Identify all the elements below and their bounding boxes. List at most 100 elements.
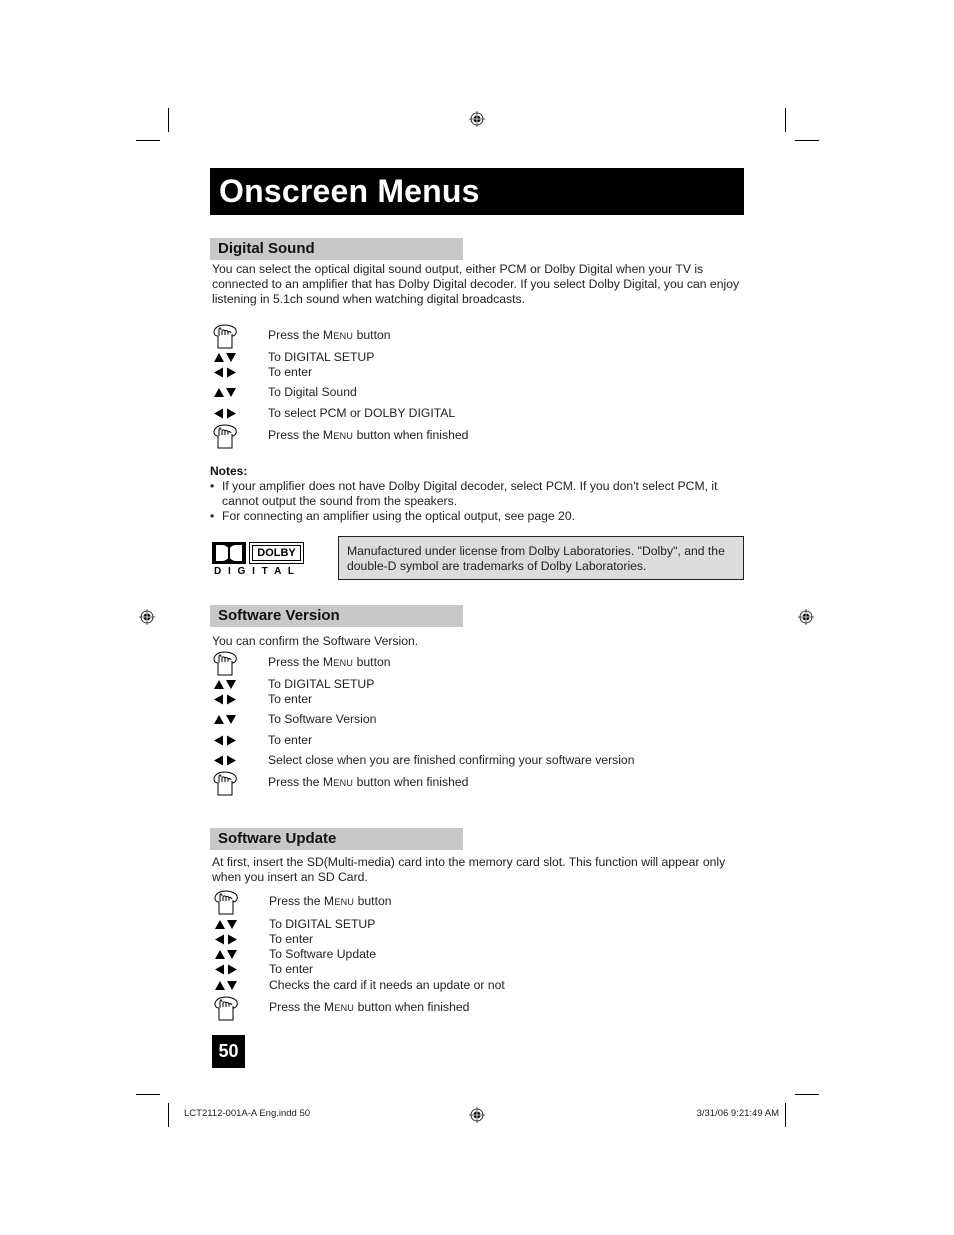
left-right-arrows-icon [212, 406, 242, 422]
step-text-main: To enter [269, 962, 314, 976]
step-text-main: To Digital Sound [268, 385, 357, 399]
step-row: To Software Version [212, 712, 752, 728]
notes-title: Notes: [210, 464, 248, 478]
step-row: Press the Menu button when finished [212, 424, 752, 449]
menu-hand-icon [213, 890, 243, 915]
footer-timestamp: 3/31/06 9:21:49 AM [696, 1108, 779, 1119]
step-row: To DIGITAL SETUP [212, 677, 752, 693]
step-text: To enter [269, 962, 313, 977]
step-row: To enter [212, 365, 752, 381]
section-intro: You can confirm the Software Version. [212, 634, 419, 648]
crop-mark [136, 1094, 160, 1095]
step-text: Press the Menu button when finished [268, 775, 468, 790]
step-text: Press the Menu button when finished [268, 428, 468, 443]
page-title: Onscreen Menus [219, 173, 480, 209]
step-text-main: To enter [268, 733, 313, 747]
step-row: Press the Menu button [212, 324, 752, 349]
section-heading-text: Software Version [218, 607, 340, 624]
crop-mark [785, 108, 786, 132]
left-right-arrows-icon [212, 692, 242, 708]
step-text-suffix: button [353, 328, 391, 342]
menu-key-label: Menu [322, 328, 354, 342]
page-title-bar: Onscreen Menus [210, 168, 744, 215]
step-text: To DIGITAL SETUP [268, 677, 374, 692]
crop-mark [168, 1103, 169, 1127]
up-down-arrows-icon [213, 947, 243, 963]
step-text-main: To enter [268, 365, 313, 379]
step-row: To Digital Sound [212, 385, 752, 401]
step-text: Press the Menu button [268, 655, 391, 670]
step-text-suffix: button when finished [353, 775, 469, 789]
step-text-main: Press the [268, 328, 323, 342]
step-row: Press the Menu button [213, 890, 753, 915]
step-text-main: Press the [268, 655, 323, 669]
step-text: To select PCM or DOLBY DIGITAL [268, 406, 455, 421]
section-heading-text: Software Update [218, 830, 337, 847]
menu-hand-icon [212, 651, 242, 676]
step-text-main: To DIGITAL SETUP [268, 677, 375, 691]
step-text: To enter [268, 733, 312, 748]
step-text: To enter [269, 932, 313, 947]
step-text-main: To enter [269, 932, 314, 946]
step-row: To DIGITAL SETUP [212, 350, 752, 366]
step-text: Select close when you are finished confi… [268, 753, 634, 768]
step-row: To enter [212, 692, 752, 708]
step-text-suffix: button [353, 655, 391, 669]
menu-hand-icon [212, 771, 242, 796]
dolby-wordmark-box: DOLBY [249, 542, 304, 564]
step-text-main: To enter [268, 692, 313, 706]
step-text-main: Press the [269, 1000, 324, 1014]
registration-mark-icon [469, 111, 485, 127]
step-text: Press the Menu button [268, 328, 391, 343]
left-right-arrows-icon [213, 932, 243, 948]
step-text-main: Press the [268, 775, 323, 789]
step-row: To Software Update [213, 947, 753, 963]
step-text-main: To DIGITAL SETUP [268, 350, 375, 364]
step-row: To select PCM or DOLBY DIGITAL [212, 406, 752, 422]
menu-key-label: Menu [322, 428, 354, 442]
note-text: For connecting an amplifier using the op… [222, 509, 575, 523]
section-heading-software-update: Software Update [210, 828, 463, 850]
step-text-suffix: button [354, 894, 392, 908]
dolby-wordmark: DOLBY [257, 547, 296, 559]
step-text: To Software Version [268, 712, 376, 727]
registration-mark-icon [139, 609, 155, 625]
crop-mark [168, 108, 169, 132]
step-text: To enter [268, 692, 312, 707]
step-text-main: To DIGITAL SETUP [269, 917, 376, 931]
menu-hand-icon [213, 996, 243, 1021]
license-notice-box: Manufactured under license from Dolby La… [338, 536, 744, 580]
crop-mark [136, 140, 160, 141]
menu-hand-icon [212, 324, 242, 349]
step-row: To enter [213, 932, 753, 948]
step-text: Press the Menu button when finished [269, 1000, 469, 1015]
section-heading-text: Digital Sound [218, 240, 315, 257]
bullet-icon: • [210, 479, 215, 493]
left-right-arrows-icon [212, 753, 242, 769]
step-text-main: Press the [269, 894, 324, 908]
page-number-badge: 50 [212, 1035, 245, 1068]
menu-key-label: Menu [322, 775, 354, 789]
crop-mark [785, 1103, 786, 1127]
step-text: To DIGITAL SETUP [268, 350, 374, 365]
step-text: To enter [268, 365, 312, 380]
section-intro: At first, insert the SD(Multi-media) car… [212, 855, 726, 885]
section-heading-software-version: Software Version [210, 605, 463, 627]
left-right-arrows-icon [212, 733, 242, 749]
step-text-suffix: button when finished [354, 1000, 470, 1014]
digital-wordmark: D I G I T A L [214, 566, 296, 577]
menu-key-label: Menu [322, 655, 354, 669]
step-text: To DIGITAL SETUP [269, 917, 375, 932]
step-text-suffix: button when finished [353, 428, 469, 442]
step-text-main: To Software Update [269, 947, 377, 961]
bullet-icon: • [210, 509, 215, 523]
step-text-main: Press the [268, 428, 323, 442]
step-text: To Digital Sound [268, 385, 357, 400]
left-right-arrows-icon [212, 365, 242, 381]
step-text-main: To select PCM or DOLBY DIGITAL [268, 406, 456, 420]
registration-mark-icon [798, 609, 814, 625]
step-row: Select close when you are finished confi… [212, 753, 752, 769]
dolby-digital-logo: DOLBY D I G I T A L [212, 542, 307, 580]
crop-mark [795, 1094, 819, 1095]
step-text-main: Select close when you are finished confi… [268, 753, 635, 767]
